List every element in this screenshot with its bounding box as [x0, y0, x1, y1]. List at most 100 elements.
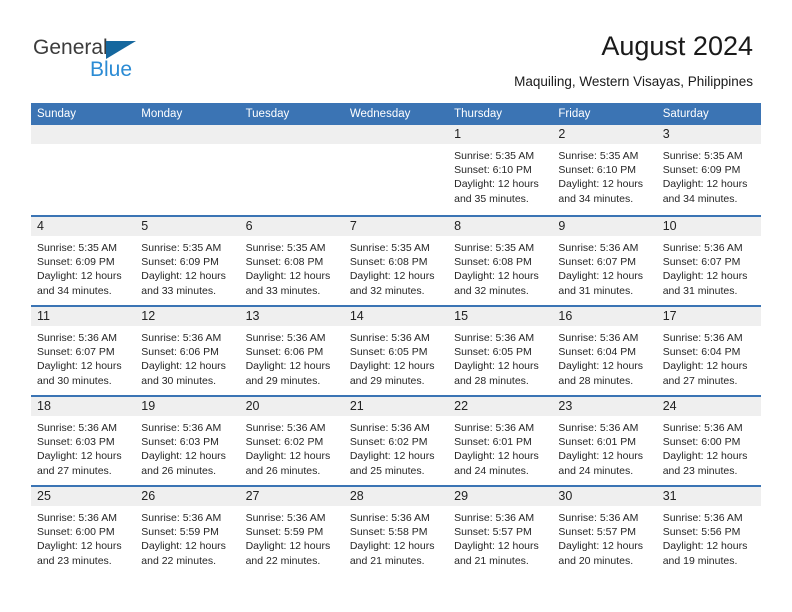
day-cell[interactable]: 27 Sunrise: 5:36 AM Sunset: 5:59 PM Dayl…	[239, 487, 344, 575]
day-cell[interactable]: 23 Sunrise: 5:36 AM Sunset: 6:01 PM Dayl…	[552, 397, 657, 485]
day-number: 3	[662, 127, 670, 141]
daylight-text-line2: and 32 minutes.	[454, 284, 529, 297]
sunrise-text: Sunrise: 5:36 AM	[141, 422, 222, 434]
day-details: Sunrise: 5:36 AM Sunset: 6:03 PM Dayligh…	[135, 416, 239, 478]
day-number-band: 16	[552, 307, 657, 326]
day-cell[interactable]: 13 Sunrise: 5:36 AM Sunset: 6:06 PM Dayl…	[239, 307, 344, 395]
week-row: 4 Sunrise: 5:35 AM Sunset: 6:09 PM Dayli…	[31, 215, 761, 305]
sunset-text: Sunset: 6:07 PM	[37, 346, 115, 359]
day-number: 17	[662, 309, 677, 323]
daylight-text-line2: and 23 minutes.	[662, 464, 738, 477]
sunset-text: Sunset: 6:01 PM	[558, 436, 637, 449]
day-number-band: 27	[239, 487, 344, 506]
daylight-text-line2: and 22 minutes.	[141, 554, 216, 567]
day-number: 13	[245, 309, 260, 323]
day-number-band: 14	[343, 307, 449, 326]
day-details: Sunrise: 5:35 AM Sunset: 6:09 PM Dayligh…	[657, 144, 761, 206]
daylight-text-line2: and 22 minutes.	[245, 554, 321, 567]
brand-name-general: General	[33, 36, 108, 59]
day-cell[interactable]: 17 Sunrise: 5:36 AM Sunset: 6:04 PM Dayl…	[656, 307, 761, 395]
day-number: 25	[37, 489, 51, 503]
day-cell[interactable]: 30 Sunrise: 5:36 AM Sunset: 5:57 PM Dayl…	[552, 487, 657, 575]
day-cell[interactable]: 31 Sunrise: 5:36 AM Sunset: 5:56 PM Dayl…	[656, 487, 761, 575]
day-cell[interactable]: 29 Sunrise: 5:36 AM Sunset: 5:57 PM Dayl…	[448, 487, 553, 575]
day-cell[interactable]: 11 Sunrise: 5:36 AM Sunset: 6:07 PM Dayl…	[31, 307, 136, 395]
daylight-text-line2: and 26 minutes.	[245, 464, 321, 477]
day-cell[interactable]: 25 Sunrise: 5:36 AM Sunset: 6:00 PM Dayl…	[31, 487, 136, 575]
sunset-text: Sunset: 6:00 PM	[662, 436, 741, 449]
sunrise-text: Sunrise: 5:36 AM	[454, 332, 535, 344]
day-cell[interactable]: 15 Sunrise: 5:36 AM Sunset: 6:05 PM Dayl…	[448, 307, 553, 395]
day-number-band: 17	[656, 307, 761, 326]
day-cell[interactable]: 14 Sunrise: 5:36 AM Sunset: 6:05 PM Dayl…	[343, 307, 449, 395]
calendar-page: General Blue August 2024 Maquiling, West…	[0, 0, 792, 612]
weekday-header-sunday: Sunday	[37, 108, 77, 120]
day-number: 6	[245, 219, 253, 233]
day-cell[interactable]: 1 Sunrise: 5:35 AM Sunset: 6:10 PM Dayli…	[448, 125, 553, 215]
daylight-text-line1: Daylight: 12 hours	[558, 178, 644, 191]
day-number: 14	[349, 309, 364, 323]
day-number: 18	[37, 399, 51, 413]
daylight-text-line2: and 27 minutes.	[37, 464, 112, 477]
day-number-band: 10	[656, 217, 761, 236]
day-cell[interactable]: 26 Sunrise: 5:36 AM Sunset: 5:59 PM Dayl…	[135, 487, 240, 575]
day-cell[interactable]: 19 Sunrise: 5:36 AM Sunset: 6:03 PM Dayl…	[135, 397, 240, 485]
day-cell[interactable]: 4 Sunrise: 5:35 AM Sunset: 6:09 PM Dayli…	[31, 217, 136, 305]
daylight-text-line1: Daylight: 12 hours	[37, 360, 122, 373]
day-number-band: 3	[656, 125, 761, 144]
day-cell[interactable]: 10 Sunrise: 5:36 AM Sunset: 6:07 PM Dayl…	[656, 217, 761, 305]
day-cell[interactable]	[239, 125, 344, 215]
day-cell[interactable]: 7 Sunrise: 5:35 AM Sunset: 6:08 PM Dayli…	[343, 217, 449, 305]
day-cell[interactable]: 21 Sunrise: 5:36 AM Sunset: 6:02 PM Dayl…	[343, 397, 449, 485]
day-cell[interactable]: 6 Sunrise: 5:35 AM Sunset: 6:08 PM Dayli…	[239, 217, 344, 305]
day-number: 1	[454, 127, 462, 141]
day-number: 28	[349, 489, 364, 503]
sunset-text: Sunset: 6:08 PM	[349, 256, 428, 269]
day-number: 10	[662, 219, 677, 233]
day-number-band: 7	[343, 217, 449, 236]
daylight-text-line1: Daylight: 12 hours	[37, 270, 122, 283]
week-row: 25 Sunrise: 5:36 AM Sunset: 6:00 PM Dayl…	[31, 485, 761, 575]
daylight-text-line2: and 24 minutes.	[558, 464, 634, 477]
daylight-text-line1: Daylight: 12 hours	[454, 270, 539, 283]
day-details: Sunrise: 5:36 AM Sunset: 5:57 PM Dayligh…	[552, 506, 656, 568]
sunrise-text: Sunrise: 5:36 AM	[662, 512, 743, 524]
brand-logo[interactable]: General Blue	[33, 36, 253, 86]
day-details	[240, 144, 344, 149]
daylight-text-line1: Daylight: 12 hours	[349, 540, 435, 553]
day-cell[interactable]: 28 Sunrise: 5:36 AM Sunset: 5:58 PM Dayl…	[343, 487, 449, 575]
day-number-band: 6	[239, 217, 344, 236]
day-cell[interactable]: 2 Sunrise: 5:35 AM Sunset: 6:10 PM Dayli…	[552, 125, 657, 215]
sunrise-text: Sunrise: 5:36 AM	[141, 332, 222, 344]
day-cell[interactable]: 18 Sunrise: 5:36 AM Sunset: 6:03 PM Dayl…	[31, 397, 136, 485]
day-cell[interactable]: 9 Sunrise: 5:36 AM Sunset: 6:07 PM Dayli…	[552, 217, 657, 305]
sunrise-text: Sunrise: 5:36 AM	[454, 512, 535, 524]
day-cell[interactable]: 16 Sunrise: 5:36 AM Sunset: 6:04 PM Dayl…	[552, 307, 657, 395]
daylight-text-line1: Daylight: 12 hours	[141, 270, 226, 283]
day-details: Sunrise: 5:36 AM Sunset: 5:56 PM Dayligh…	[657, 506, 761, 568]
weekday-header-tuesday: Tuesday	[245, 108, 290, 120]
day-cell[interactable]: 24 Sunrise: 5:36 AM Sunset: 6:00 PM Dayl…	[656, 397, 761, 485]
day-cell[interactable]	[135, 125, 240, 215]
day-cell[interactable]: 5 Sunrise: 5:35 AM Sunset: 6:09 PM Dayli…	[135, 217, 240, 305]
sunset-text: Sunset: 6:10 PM	[558, 164, 637, 177]
day-cell[interactable]: 20 Sunrise: 5:36 AM Sunset: 6:02 PM Dayl…	[239, 397, 344, 485]
week-row: 1 Sunrise: 5:35 AM Sunset: 6:10 PM Dayli…	[31, 125, 761, 215]
day-cell[interactable]: 8 Sunrise: 5:35 AM Sunset: 6:08 PM Dayli…	[448, 217, 553, 305]
sunrise-text: Sunrise: 5:36 AM	[454, 422, 535, 434]
day-details: Sunrise: 5:36 AM Sunset: 6:06 PM Dayligh…	[240, 326, 344, 388]
day-number-band: 29	[448, 487, 553, 506]
day-details: Sunrise: 5:36 AM Sunset: 6:01 PM Dayligh…	[448, 416, 552, 478]
day-cell[interactable]	[343, 125, 449, 215]
sunrise-text: Sunrise: 5:36 AM	[662, 422, 743, 434]
day-number-band: 28	[343, 487, 449, 506]
day-cell[interactable]: 12 Sunrise: 5:36 AM Sunset: 6:06 PM Dayl…	[135, 307, 240, 395]
daylight-text-line2: and 31 minutes.	[558, 284, 634, 297]
daylight-text-line1: Daylight: 12 hours	[558, 450, 644, 463]
daylight-text-line1: Daylight: 12 hours	[454, 450, 539, 463]
daylight-text-line1: Daylight: 12 hours	[245, 450, 331, 463]
day-cell[interactable]: 22 Sunrise: 5:36 AM Sunset: 6:01 PM Dayl…	[448, 397, 553, 485]
day-cell[interactable]: 3 Sunrise: 5:35 AM Sunset: 6:09 PM Dayli…	[656, 125, 761, 215]
day-details: Sunrise: 5:36 AM Sunset: 6:07 PM Dayligh…	[657, 236, 761, 298]
day-cell[interactable]	[31, 125, 136, 215]
